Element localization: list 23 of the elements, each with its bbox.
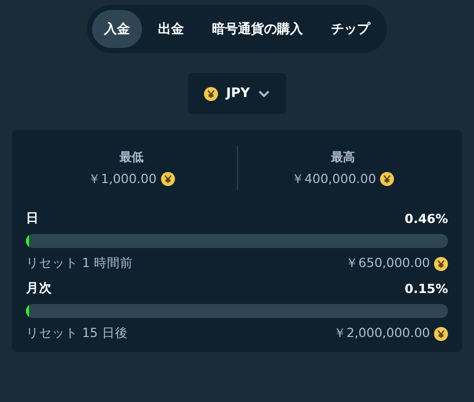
currency-dropdown[interactable]: JPY: [188, 73, 286, 114]
limit-amount: ￥1,000.00: [88, 170, 157, 188]
percent-used: 0.15%: [404, 281, 448, 296]
limit-amount: ￥400,000.00: [291, 170, 376, 188]
tab[interactable]: 入金: [92, 10, 142, 48]
limit-label: 最高: [330, 148, 355, 166]
yen-coin-icon: [434, 256, 448, 270]
chevron-down-icon: [258, 90, 270, 98]
limit-label: 最低: [119, 148, 144, 166]
reset-time: リセット 15 日後: [26, 325, 128, 342]
tab[interactable]: 暗号通貨の購入: [200, 10, 315, 48]
tab[interactable]: 出金: [146, 10, 196, 48]
yen-coin-icon: [380, 172, 394, 186]
yen-coin-icon: [160, 172, 175, 186]
limit-amount: ￥2,000,000.00: [334, 325, 430, 342]
period-label: 月次: [26, 280, 52, 297]
percent-used: 0.46%: [404, 211, 448, 226]
yen-coin-icon: [204, 86, 218, 100]
limit-amount: ￥650,000.00: [345, 255, 430, 272]
yen-coin-icon: [434, 326, 448, 340]
tab[interactable]: チップ: [319, 10, 382, 48]
period-label: 日: [26, 210, 39, 227]
reset-time: リセット 1 時間前: [26, 255, 133, 272]
